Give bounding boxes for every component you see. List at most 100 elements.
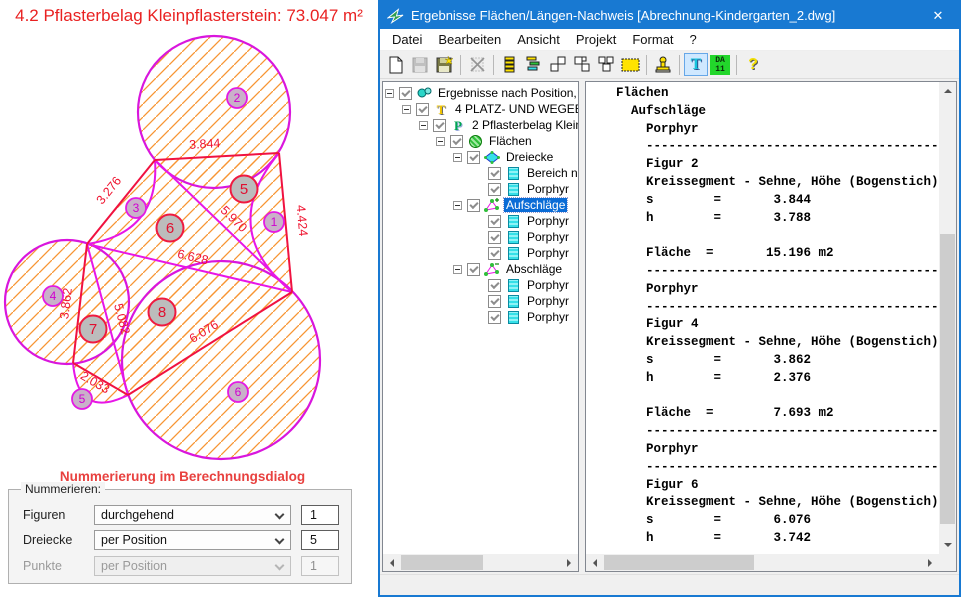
scroll-left-button[interactable] <box>586 554 603 571</box>
tree-row[interactable]: Flächen <box>383 133 578 149</box>
tree-item-label[interactable]: Porphyr <box>525 230 571 244</box>
checkbox-checked[interactable] <box>467 263 480 276</box>
figuren-mode-select[interactable]: durchgehend <box>94 505 291 525</box>
report-horizontal-scrollbar[interactable] <box>586 554 939 571</box>
dreiecke-mode-select[interactable]: per Position <box>94 530 291 550</box>
tile-windows-3-button[interactable] <box>594 53 618 76</box>
tree-item-label[interactable]: Flächen <box>487 134 534 148</box>
tree-item-label[interactable]: Porphyr <box>525 246 571 260</box>
tree-item-label[interactable]: Porphyr <box>525 310 571 324</box>
close-button[interactable]: ✕ <box>917 2 959 29</box>
tree-row[interactable]: Dreiecke <box>383 149 578 165</box>
collapse-toggle[interactable] <box>436 137 445 146</box>
checkbox-checked[interactable] <box>467 199 480 212</box>
checkbox-checked[interactable] <box>488 295 501 308</box>
tree-row[interactable]: Porphyr <box>383 229 578 245</box>
tree-item-label[interactable]: Porphyr <box>525 214 571 228</box>
tree-item-label[interactable]: Porphyr <box>525 278 571 292</box>
checkbox-checked[interactable] <box>488 279 501 292</box>
text-view-button[interactable]: T <box>684 53 708 76</box>
help-button[interactable]: ? <box>741 53 765 76</box>
tree-row[interactable]: Porphyr <box>383 181 578 197</box>
checkbox-checked[interactable] <box>416 103 429 116</box>
checkbox-checked[interactable] <box>488 247 501 260</box>
checkbox-checked[interactable] <box>488 231 501 244</box>
scroll-up-button[interactable] <box>939 82 956 99</box>
tile-windows-2-button[interactable] <box>570 53 594 76</box>
checkbox-checked[interactable] <box>488 167 501 180</box>
menu-datei[interactable]: Datei <box>384 30 430 49</box>
titlebar[interactable]: Ergebnisse Flächen/Längen-Nachweis [Abre… <box>380 2 959 29</box>
scrollbar-corner <box>939 554 956 571</box>
tree-row-selected[interactable]: Aufschläge <box>383 197 578 213</box>
tree-item-label[interactable]: 2 Pflasterbelag Kleinp <box>470 118 578 132</box>
tree-item-label[interactable]: Bereich n <box>525 166 578 180</box>
window-title: Ergebnisse Flächen/Längen-Nachweis [Abre… <box>411 8 917 23</box>
tree-item-label[interactable]: Porphyr <box>525 182 571 196</box>
scroll-thumb[interactable] <box>940 234 955 524</box>
checkbox-checked[interactable] <box>488 311 501 324</box>
tree-row[interactable]: Ergebnisse nach Position, Lä <box>383 85 578 101</box>
menu-ansicht[interactable]: Ansicht <box>509 30 568 49</box>
scroll-left-button[interactable] <box>383 554 400 571</box>
tree-row[interactable]: P 2 Pflasterbelag Kleinp <box>383 117 578 133</box>
new-document-button[interactable] <box>384 53 408 76</box>
checkbox-checked[interactable] <box>488 215 501 228</box>
tree-row[interactable]: Porphyr <box>383 293 578 309</box>
collapse-toggle[interactable] <box>453 153 462 162</box>
menu-format[interactable]: Format <box>624 30 681 49</box>
tile-windows-1-button[interactable] <box>546 53 570 76</box>
checkbox-checked[interactable] <box>450 135 463 148</box>
tree-row[interactable]: Porphyr <box>383 309 578 325</box>
form-row-punkte: Punkte per Position 1 <box>9 556 351 576</box>
window-content: Ergebnisse nach Position, Lä T 4 PLATZ- … <box>380 79 959 574</box>
report-vertical-scrollbar[interactable] <box>939 82 956 554</box>
cascade-list-button[interactable] <box>522 53 546 76</box>
form-row-figuren: Figuren durchgehend 1 <box>9 505 351 525</box>
tree-item-label[interactable]: Dreiecke <box>504 150 555 164</box>
new-document-icon <box>388 56 404 74</box>
tree-item-label[interactable]: Aufschläge <box>504 198 567 212</box>
tree-row[interactable]: T 4 PLATZ- UND WEGEBA <box>383 101 578 117</box>
collapse-toggle[interactable] <box>453 201 462 210</box>
list-view-button[interactable] <box>498 53 522 76</box>
tree-row[interactable]: Porphyr <box>383 277 578 293</box>
tree-item-label[interactable]: Ergebnisse nach Position, Lä <box>436 86 578 100</box>
save-as-button[interactable] <box>432 53 456 76</box>
tree-item-label[interactable]: 4 PLATZ- UND WEGEBA <box>453 102 578 116</box>
scroll-thumb[interactable] <box>604 555 754 570</box>
figuren-start-input[interactable]: 1 <box>301 505 339 525</box>
hatched-rect-icon <box>621 58 640 72</box>
tree-row[interactable]: Abschläge <box>383 261 578 277</box>
tree-item-label[interactable]: Porphyr <box>525 294 571 308</box>
dreiecke-start-input[interactable]: 5 <box>301 530 339 550</box>
tree-row[interactable]: Porphyr <box>383 213 578 229</box>
stamp-button[interactable] <box>651 53 675 76</box>
scroll-thumb[interactable] <box>401 555 483 570</box>
menu-bearbeiten[interactable]: Bearbeiten <box>430 30 509 49</box>
menu-projekt[interactable]: Projekt <box>568 30 624 49</box>
scroll-down-button[interactable] <box>939 537 956 554</box>
checkbox-checked[interactable] <box>467 151 480 164</box>
tree-horizontal-scrollbar[interactable] <box>383 554 578 571</box>
collapse-toggle[interactable] <box>385 89 394 98</box>
da11-view-button[interactable]: DA11 <box>708 53 732 76</box>
menu-help[interactable]: ? <box>682 30 705 49</box>
collapse-toggle[interactable] <box>453 265 462 274</box>
tree-item-label[interactable]: Abschläge <box>504 262 564 276</box>
checkbox-checked[interactable] <box>399 87 412 100</box>
tree-row[interactable]: Porphyr <box>383 245 578 261</box>
tree-row[interactable]: Bereich n <box>383 165 578 181</box>
checkbox-checked[interactable] <box>488 183 501 196</box>
badge-number: 2 <box>234 91 241 105</box>
tree-pane: Ergebnisse nach Position, Lä T 4 PLATZ- … <box>382 81 579 572</box>
checkbox-checked[interactable] <box>433 119 446 132</box>
collapse-toggle[interactable] <box>419 121 428 130</box>
scroll-right-button[interactable] <box>561 554 578 571</box>
toolbar-separator <box>736 55 737 75</box>
selection-fill-button[interactable] <box>618 53 642 76</box>
numbering-groupbox: Nummerieren: Figuren durchgehend 1 Dreie… <box>8 489 352 584</box>
collapse-toggle[interactable] <box>402 105 411 114</box>
report-text[interactable]: Flächen Aufschläge Porphyr -------------… <box>616 85 938 553</box>
scroll-right-button[interactable] <box>922 554 939 571</box>
